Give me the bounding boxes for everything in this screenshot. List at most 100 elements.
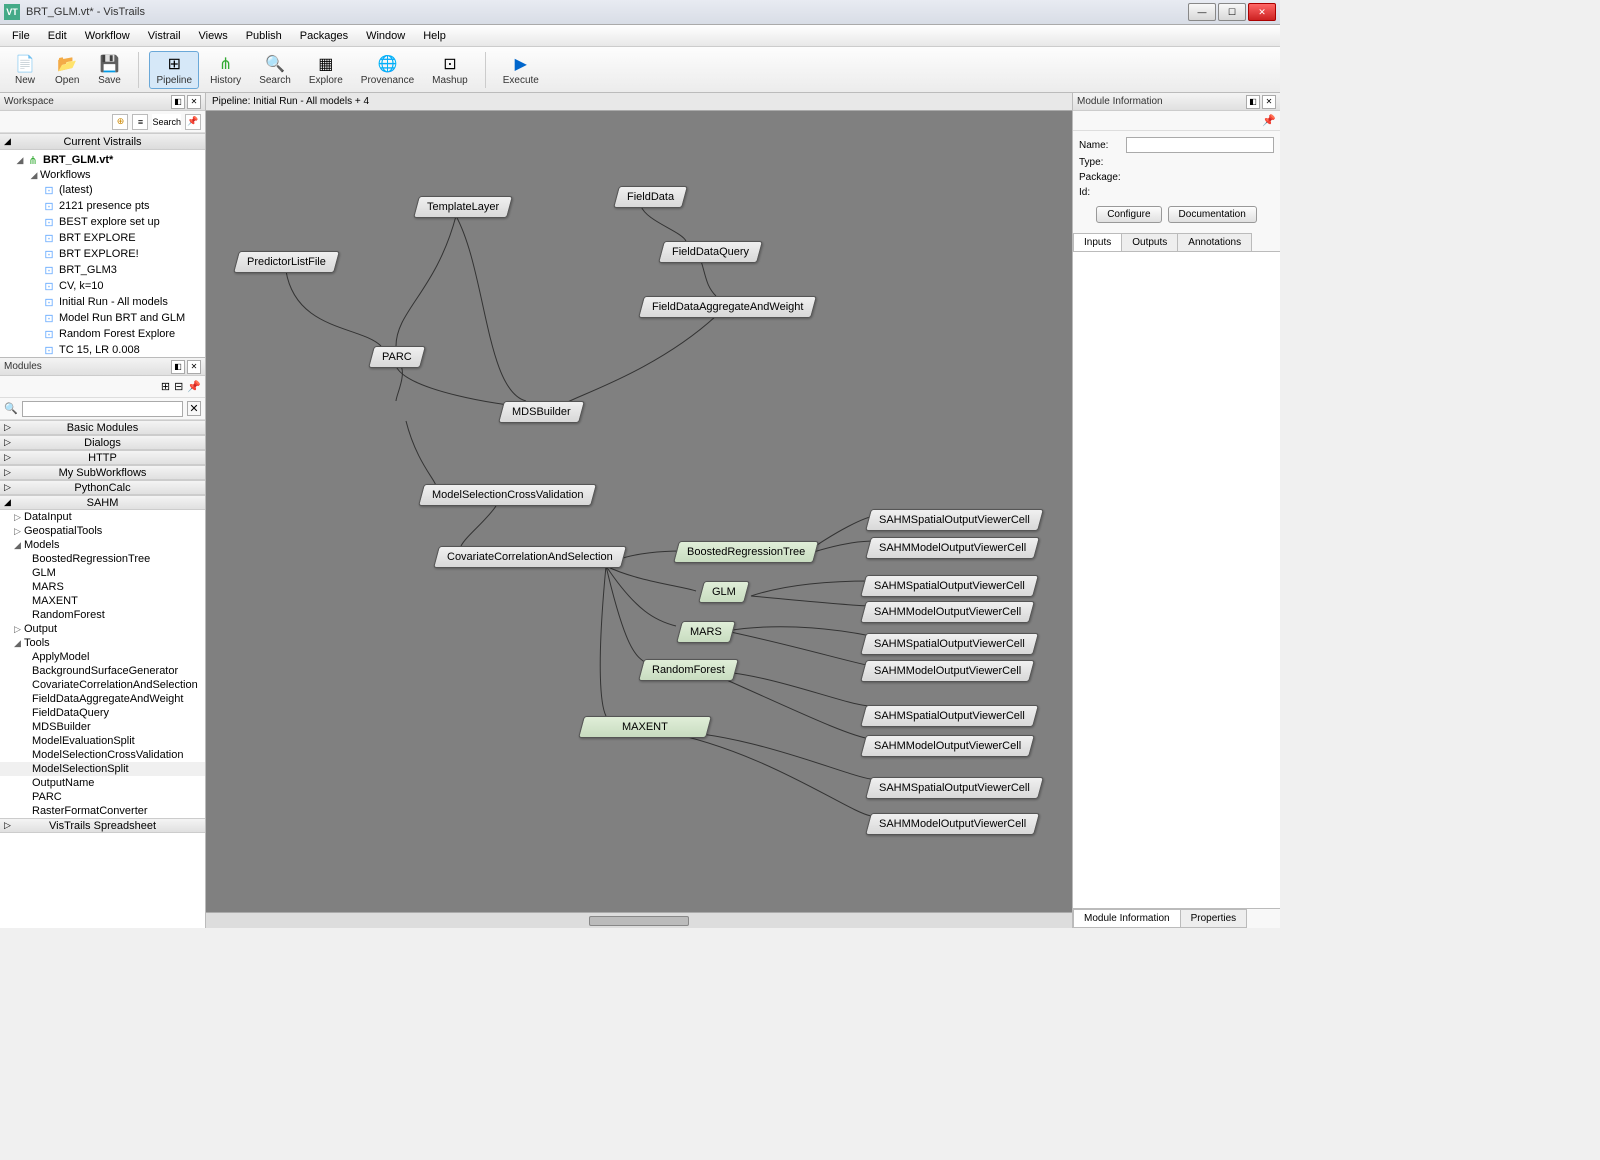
node-fdq[interactable]: FieldDataQuery bbox=[658, 241, 763, 263]
mod-leaf[interactable]: GLM bbox=[0, 566, 205, 580]
module-search-input[interactable] bbox=[22, 401, 183, 417]
tree-item[interactable]: ⊡TC 15, LR 0.008 bbox=[0, 342, 205, 357]
mod-cat-pycalc[interactable]: ▷PythonCalc bbox=[0, 480, 205, 495]
save-button[interactable]: 💾Save bbox=[90, 51, 128, 89]
tree-item[interactable]: ⊡Model Run BRT and GLM bbox=[0, 310, 205, 326]
mod-leaf[interactable]: ModelSelectionCrossValidation bbox=[0, 748, 205, 762]
tab-properties[interactable]: Properties bbox=[1180, 909, 1248, 928]
pin-icon[interactable]: 📌 bbox=[185, 114, 201, 130]
tree-item[interactable]: ⊡Initial Run - All models bbox=[0, 294, 205, 310]
documentation-button[interactable]: Documentation bbox=[1168, 206, 1257, 223]
history-button[interactable]: ⋔History bbox=[203, 51, 248, 89]
close-button[interactable]: ✕ bbox=[1248, 3, 1276, 21]
clear-search-icon[interactable]: ✕ bbox=[187, 401, 201, 416]
node-template[interactable]: TemplateLayer bbox=[413, 196, 513, 218]
undock-button[interactable]: ◧ bbox=[171, 95, 185, 109]
mod-cat-spreadsheet[interactable]: ▷VisTrails Spreadsheet bbox=[0, 818, 205, 833]
close-panel-button[interactable]: ✕ bbox=[187, 360, 201, 374]
node-ssov[interactable]: SAHMSpatialOutputViewerCell bbox=[860, 705, 1039, 727]
maximize-button[interactable]: ☐ bbox=[1218, 3, 1246, 21]
tree-icon[interactable]: ⊕ bbox=[112, 114, 128, 130]
undock-button[interactable]: ◧ bbox=[171, 360, 185, 374]
mod-icon-2[interactable]: ⊟ bbox=[174, 380, 183, 393]
pin-icon[interactable]: 📌 bbox=[1262, 114, 1276, 127]
mod-sub-models[interactable]: ◢Models bbox=[0, 538, 205, 552]
open-button[interactable]: 📂Open bbox=[48, 51, 86, 89]
tree-item[interactable]: ⊡Random Forest Explore bbox=[0, 326, 205, 342]
node-mds[interactable]: MDSBuilder bbox=[498, 401, 585, 423]
mod-cat-http[interactable]: ▷HTTP bbox=[0, 450, 205, 465]
tab-outputs[interactable]: Outputs bbox=[1121, 233, 1178, 251]
tree-item[interactable]: ⊡BEST explore set up bbox=[0, 214, 205, 230]
workspace-tree[interactable]: ◢⋔BRT_GLM.vt* ◢Workflows ⊡(latest) ⊡2121… bbox=[0, 150, 205, 357]
scrollbar-thumb[interactable] bbox=[589, 916, 689, 926]
node-smov[interactable]: SAHMModelOutputViewerCell bbox=[860, 660, 1035, 682]
node-smov[interactable]: SAHMModelOutputViewerCell bbox=[860, 601, 1035, 623]
mod-sub-geo[interactable]: ▷GeospatialTools bbox=[0, 524, 205, 538]
mod-leaf[interactable]: PARC bbox=[0, 790, 205, 804]
mod-sub-output[interactable]: ▷Output bbox=[0, 622, 205, 636]
close-panel-button[interactable]: ✕ bbox=[1262, 95, 1276, 109]
mod-leaf[interactable]: RandomForest bbox=[0, 608, 205, 622]
mod-cat-dialogs[interactable]: ▷Dialogs bbox=[0, 435, 205, 450]
node-smov[interactable]: SAHMModelOutputViewerCell bbox=[865, 537, 1040, 559]
tree-item[interactable]: ⊡BRT EXPLORE! bbox=[0, 246, 205, 262]
current-vistrails-section[interactable]: ◢Current Vistrails bbox=[0, 133, 205, 150]
tree-item[interactable]: ⊡BRT EXPLORE bbox=[0, 230, 205, 246]
mod-leaf[interactable]: BackgroundSurfaceGenerator bbox=[0, 664, 205, 678]
pipeline-canvas[interactable]: PredictorListFile TemplateLayer FieldDat… bbox=[206, 111, 1072, 912]
mod-leaf[interactable]: ApplyModel bbox=[0, 650, 205, 664]
mod-leaf[interactable]: FieldDataQuery bbox=[0, 706, 205, 720]
mod-cat-subwf[interactable]: ▷My SubWorkflows bbox=[0, 465, 205, 480]
name-input[interactable] bbox=[1126, 137, 1274, 153]
configure-button[interactable]: Configure bbox=[1096, 206, 1161, 223]
tree-root[interactable]: ◢⋔BRT_GLM.vt* bbox=[0, 152, 205, 168]
pipeline-tab[interactable]: Pipeline: Initial Run - All models + 4 bbox=[206, 93, 1072, 111]
mod-icon-1[interactable]: ⊞ bbox=[161, 380, 170, 393]
mod-leaf[interactable]: MAXENT bbox=[0, 594, 205, 608]
node-rf[interactable]: RandomForest bbox=[638, 659, 739, 681]
modules-list[interactable]: ▷Basic Modules ▷Dialogs ▷HTTP ▷My SubWor… bbox=[0, 420, 205, 928]
tree-item[interactable]: ⊡CV, k=10 bbox=[0, 278, 205, 294]
menu-packages[interactable]: Packages bbox=[292, 28, 356, 44]
tab-annotations[interactable]: Annotations bbox=[1177, 233, 1252, 251]
tree-workflows[interactable]: ◢Workflows bbox=[0, 168, 205, 182]
node-ssov[interactable]: SAHMSpatialOutputViewerCell bbox=[860, 575, 1039, 597]
mod-leaf[interactable]: FieldDataAggregateAndWeight bbox=[0, 692, 205, 706]
pipeline-button[interactable]: ⊞Pipeline bbox=[149, 51, 199, 89]
node-ssov[interactable]: SAHMSpatialOutputViewerCell bbox=[865, 777, 1044, 799]
node-mars[interactable]: MARS bbox=[676, 621, 736, 643]
node-smov[interactable]: SAHMModelOutputViewerCell bbox=[865, 813, 1040, 835]
mod-sub-datainput[interactable]: ▷DataInput bbox=[0, 510, 205, 524]
node-smov[interactable]: SAHMModelOutputViewerCell bbox=[860, 735, 1035, 757]
tree-item[interactable]: ⊡BRT_GLM3 bbox=[0, 262, 205, 278]
mashup-button[interactable]: ⊡Mashup bbox=[425, 51, 475, 89]
node-fdaw[interactable]: FieldDataAggregateAndWeight bbox=[638, 296, 817, 318]
node-predictor[interactable]: PredictorListFile bbox=[233, 251, 340, 273]
close-panel-button[interactable]: ✕ bbox=[187, 95, 201, 109]
tab-inputs[interactable]: Inputs bbox=[1073, 233, 1122, 251]
mod-leaf[interactable]: MDSBuilder bbox=[0, 720, 205, 734]
menu-views[interactable]: Views bbox=[191, 28, 236, 44]
explore-button[interactable]: ▦Explore bbox=[302, 51, 350, 89]
node-ccas[interactable]: CovariateCorrelationAndSelection bbox=[433, 546, 627, 568]
menu-help[interactable]: Help bbox=[415, 28, 454, 44]
search-ws-label[interactable]: Search bbox=[152, 114, 181, 130]
menu-publish[interactable]: Publish bbox=[238, 28, 290, 44]
tab-module-information[interactable]: Module Information bbox=[1073, 909, 1181, 928]
mod-sub-tools[interactable]: ◢Tools bbox=[0, 636, 205, 650]
node-mscv[interactable]: ModelSelectionCrossValidation bbox=[418, 484, 597, 506]
mod-leaf[interactable]: RasterFormatConverter bbox=[0, 804, 205, 818]
mod-leaf[interactable]: MARS bbox=[0, 580, 205, 594]
mod-cat-sahm[interactable]: ◢SAHM bbox=[0, 495, 205, 510]
node-glm[interactable]: GLM bbox=[698, 581, 750, 603]
mod-cat-basic[interactable]: ▷Basic Modules bbox=[0, 420, 205, 435]
menu-edit[interactable]: Edit bbox=[40, 28, 75, 44]
tree-item[interactable]: ⊡2121 presence pts bbox=[0, 198, 205, 214]
execute-button[interactable]: ▶Execute bbox=[496, 51, 546, 89]
provenance-button[interactable]: 🌐Provenance bbox=[354, 51, 421, 89]
node-ssov[interactable]: SAHMSpatialOutputViewerCell bbox=[860, 633, 1039, 655]
menu-vistrail[interactable]: Vistrail bbox=[140, 28, 189, 44]
horizontal-scrollbar[interactable] bbox=[206, 912, 1072, 928]
mod-leaf[interactable]: ModelSelectionSplit bbox=[0, 762, 205, 776]
